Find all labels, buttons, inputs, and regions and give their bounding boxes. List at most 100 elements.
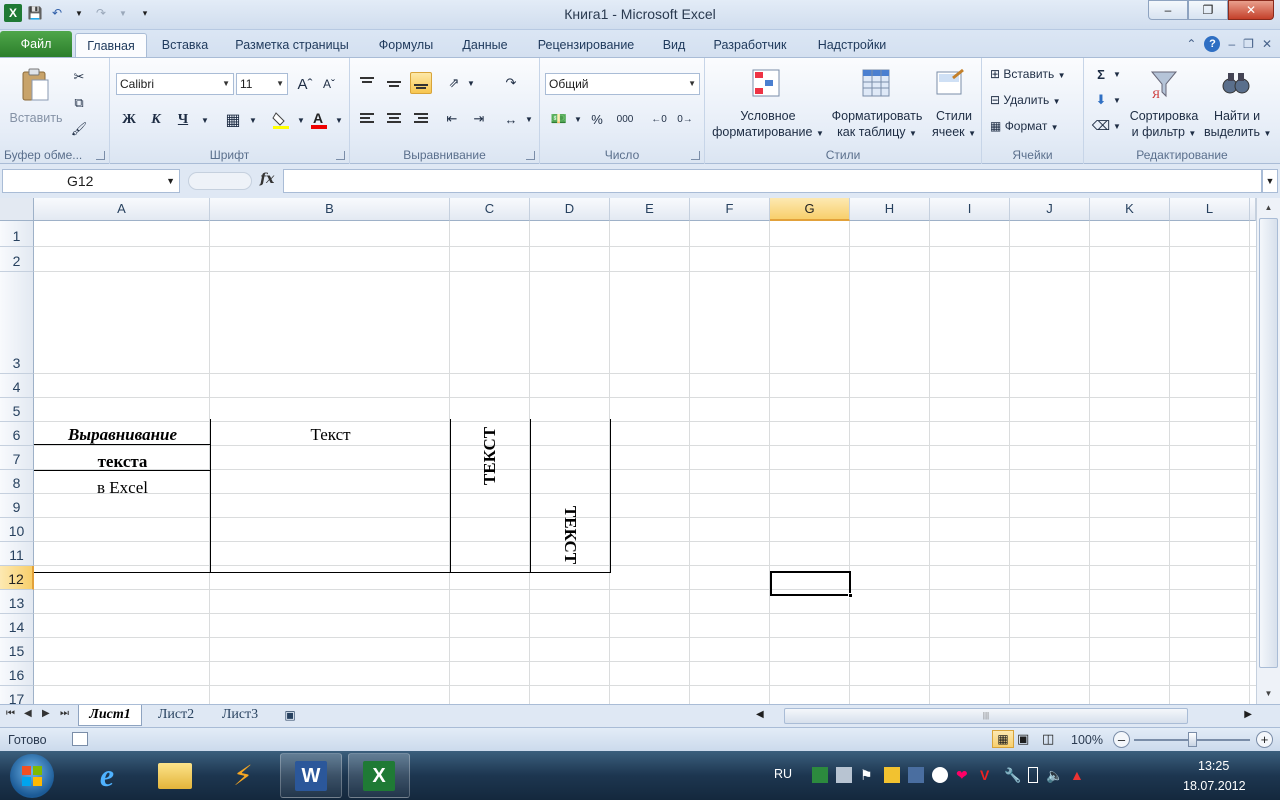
- zoom-in-icon[interactable]: +: [1256, 731, 1273, 748]
- heart-icon[interactable]: ❤: [956, 767, 972, 783]
- increase-font-icon[interactable]: Aˆ: [294, 73, 316, 95]
- format-as-table-icon[interactable]: [861, 68, 893, 100]
- select-all-corner[interactable]: [0, 198, 34, 221]
- column-header-i[interactable]: I: [930, 198, 1010, 221]
- minimize-button[interactable]: –: [1148, 0, 1188, 20]
- font-color-dropdown-icon[interactable]: ▼: [328, 109, 350, 131]
- align-top-icon[interactable]: [356, 72, 378, 94]
- normal-view-icon[interactable]: ▦: [992, 730, 1014, 748]
- monitor-icon[interactable]: [836, 767, 852, 783]
- page-break-view-icon[interactable]: ◫: [1042, 731, 1054, 747]
- row-header-8[interactable]: 8: [0, 470, 34, 494]
- column-header-l[interactable]: L: [1170, 198, 1250, 221]
- paste-button[interactable]: Вставить: [6, 110, 66, 126]
- thousands-button[interactable]: 000: [614, 108, 636, 130]
- conditional-formatting-button[interactable]: Условное форматирование ▼: [709, 108, 827, 142]
- tab-developer[interactable]: Разработчик: [700, 33, 800, 58]
- find-select-button[interactable]: Найти и выделить ▼: [1204, 108, 1271, 142]
- zoom-slider-thumb[interactable]: [1188, 732, 1197, 747]
- row-header-6[interactable]: 6: [0, 422, 34, 446]
- insert-sheet-icon[interactable]: ▣: [276, 705, 304, 726]
- row-header-9[interactable]: 9: [0, 494, 34, 518]
- sheet-tab-3[interactable]: Лист3: [210, 705, 270, 726]
- language-indicator[interactable]: RU: [774, 767, 792, 781]
- row-header-7[interactable]: 7: [0, 446, 34, 470]
- delete-cells-button[interactable]: ⊟ Удалить ▼: [990, 93, 1061, 107]
- doc-close-icon[interactable]: ✕: [1262, 37, 1272, 51]
- row-header-5[interactable]: 5: [0, 398, 34, 422]
- tab-page-layout[interactable]: Разметка страницы: [224, 33, 360, 58]
- battery-icon[interactable]: [1028, 767, 1038, 783]
- next-sheet-icon[interactable]: ▶: [42, 708, 50, 719]
- decrease-decimal-icon[interactable]: 0→: [674, 108, 696, 130]
- alignment-launcher-icon[interactable]: [526, 151, 535, 160]
- borders-dropdown-icon[interactable]: ▼: [242, 109, 264, 131]
- align-right-icon[interactable]: [410, 108, 432, 130]
- column-header-k[interactable]: K: [1090, 198, 1170, 221]
- cut-icon[interactable]: ✂: [68, 66, 90, 88]
- cell-c1[interactable]: ТЕКСТ: [480, 421, 500, 491]
- find-select-icon[interactable]: [1220, 68, 1252, 100]
- align-center-icon[interactable]: [383, 108, 405, 130]
- increase-decimal-icon[interactable]: ←0: [648, 108, 670, 130]
- panda-icon[interactable]: [932, 767, 948, 783]
- tab-home[interactable]: Главная: [75, 33, 147, 59]
- norton-icon[interactable]: [884, 767, 900, 783]
- insert-cells-button[interactable]: ⊞ Вставить ▼: [990, 67, 1066, 81]
- name-box[interactable]: G12 ▼: [2, 169, 180, 193]
- last-sheet-icon[interactable]: ⏭: [60, 708, 69, 719]
- percent-button[interactable]: %: [586, 108, 608, 130]
- copy-icon[interactable]: ⧉: [68, 92, 90, 114]
- underline-button[interactable]: Ч: [172, 109, 194, 131]
- taskbar-excel[interactable]: X: [348, 753, 410, 798]
- doc-restore-icon[interactable]: ❐: [1243, 37, 1254, 51]
- tab-formulas[interactable]: Формулы: [366, 33, 446, 58]
- number-format-combo[interactable]: Общий ▼: [545, 73, 700, 95]
- taskbar-word[interactable]: W: [280, 753, 342, 798]
- sort-filter-icon[interactable]: Я: [1148, 68, 1180, 101]
- taskbar-ie[interactable]: e: [76, 753, 138, 798]
- formula-input[interactable]: [283, 169, 1262, 193]
- flag-icon[interactable]: ⚑: [860, 767, 876, 783]
- column-header-h[interactable]: H: [850, 198, 930, 221]
- bold-button[interactable]: Ж: [118, 109, 140, 131]
- fill-handle[interactable]: [848, 593, 853, 598]
- signal-icon[interactable]: ▲: [1070, 767, 1086, 783]
- row-header-16[interactable]: 16: [0, 662, 34, 686]
- column-header-b[interactable]: B: [210, 198, 450, 221]
- page-layout-view-icon[interactable]: ▣: [1017, 731, 1029, 747]
- first-sheet-icon[interactable]: ⏮: [6, 708, 15, 719]
- column-header-f[interactable]: F: [690, 198, 770, 221]
- zoom-out-icon[interactable]: –: [1113, 731, 1130, 748]
- row-header-3[interactable]: 3: [0, 272, 34, 374]
- tab-review[interactable]: Рецензирование: [524, 33, 648, 58]
- row-header-15[interactable]: 15: [0, 638, 34, 662]
- format-cells-button[interactable]: ▦ Формат ▼: [990, 119, 1059, 133]
- close-button[interactable]: ✕: [1228, 0, 1274, 20]
- underline-dropdown-icon[interactable]: ▼: [194, 109, 216, 131]
- horizontal-scrollbar[interactable]: ◀ ||| ▶: [756, 707, 1256, 725]
- format-as-table-button[interactable]: Форматировать как таблицу ▼: [825, 108, 929, 142]
- tools-icon[interactable]: 🔧: [1004, 767, 1021, 783]
- row-header-14[interactable]: 14: [0, 614, 34, 638]
- column-header-g[interactable]: G: [770, 198, 850, 221]
- scroll-left-icon[interactable]: ◀: [756, 709, 764, 720]
- align-middle-icon[interactable]: [383, 72, 405, 94]
- row-header-17[interactable]: 17: [0, 686, 34, 704]
- sheet-tab-2[interactable]: Лист2: [146, 705, 206, 726]
- restore-button[interactable]: ❐: [1188, 0, 1228, 20]
- display-icon[interactable]: [908, 767, 924, 783]
- orientation-dropdown-icon[interactable]: ▼: [460, 72, 482, 94]
- taskbar-explorer[interactable]: [144, 753, 206, 798]
- format-painter-icon[interactable]: 🖌: [68, 118, 90, 140]
- clipboard-launcher-icon[interactable]: [96, 151, 105, 160]
- doc-minimize-icon[interactable]: –: [1228, 37, 1235, 51]
- network-icon[interactable]: [812, 767, 828, 783]
- italic-button[interactable]: К: [145, 109, 167, 131]
- column-header-j[interactable]: J: [1010, 198, 1090, 221]
- scroll-down-icon[interactable]: ▼: [1259, 686, 1278, 702]
- row-header-11[interactable]: 11: [0, 542, 34, 566]
- tab-view[interactable]: Вид: [654, 33, 694, 58]
- cell-b1[interactable]: Текст: [211, 425, 450, 445]
- merge-dropdown-icon[interactable]: ▼: [518, 108, 540, 130]
